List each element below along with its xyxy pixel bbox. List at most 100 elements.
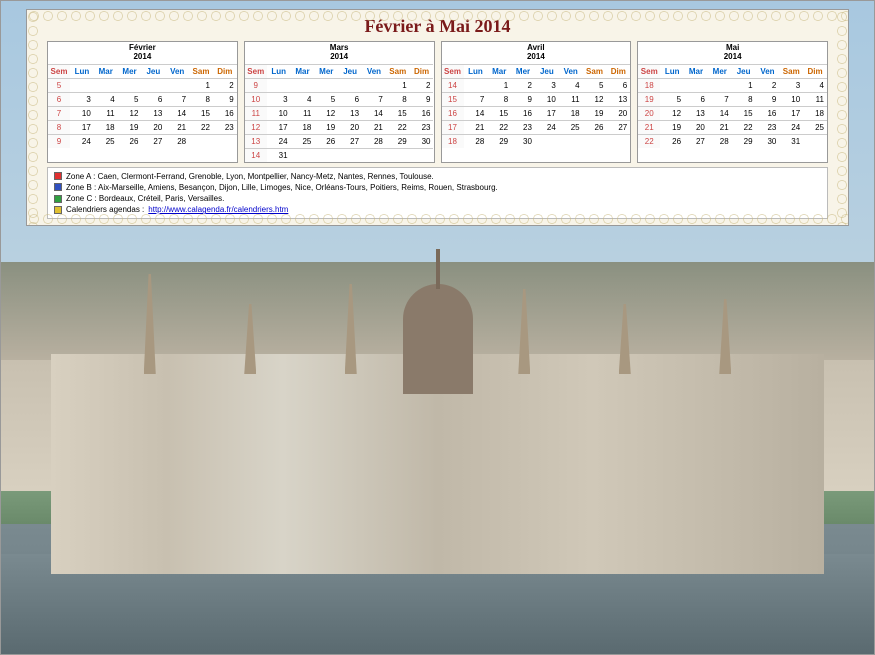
week-row: 1578910111213: [442, 92, 631, 106]
dow-day: Mar: [487, 64, 511, 78]
day-cell: [70, 78, 94, 92]
day-cell: 26: [583, 120, 607, 134]
day-cell: [118, 78, 142, 92]
dow-day: Dim: [410, 64, 434, 78]
day-cell: 13: [141, 106, 165, 120]
calendar-panel: Février à Mai 2014 Février2014SemLunMarM…: [26, 9, 849, 226]
month-0: Février2014SemLunMarMerJeuVenSamDim51263…: [47, 41, 238, 163]
day-cell: 13: [684, 106, 708, 120]
week-num: 15: [442, 92, 464, 106]
day-cell: 4: [94, 92, 118, 106]
week-row: 92425262728: [48, 134, 237, 148]
day-cell: 1: [189, 78, 213, 92]
week-row: 817181920212223: [48, 120, 237, 134]
day-cell: 29: [487, 134, 511, 148]
dow-sem: Sem: [245, 64, 267, 78]
week-num: 17: [442, 120, 464, 134]
day-cell: 20: [606, 106, 630, 120]
day-cell: 8: [487, 92, 511, 106]
week-num: 7: [48, 106, 70, 120]
day-cell: 14: [464, 106, 488, 120]
dow-sem: Sem: [638, 64, 660, 78]
day-cell: 21: [708, 120, 732, 134]
day-cell: 4: [559, 78, 583, 92]
week-num: 9: [48, 134, 70, 148]
dow-day: Jeu: [338, 64, 362, 78]
day-cell: 26: [314, 134, 338, 148]
day-cell: 10: [70, 106, 94, 120]
week-row: 1614151617181920: [442, 106, 631, 120]
day-cell: 14: [362, 106, 386, 120]
month-3: Mai2014SemLunMarMerJeuVenSamDim181234195…: [637, 41, 828, 163]
day-cell: 15: [732, 106, 756, 120]
dow-day: Lun: [660, 64, 684, 78]
day-cell: 22: [386, 120, 410, 134]
day-cell: 1: [386, 78, 410, 92]
dow-day: Ven: [165, 64, 189, 78]
day-cell: 16: [756, 106, 780, 120]
day-cell: 28: [464, 134, 488, 148]
day-cell: 13: [606, 92, 630, 106]
day-cell: 22: [487, 120, 511, 134]
week-num: 5: [48, 78, 70, 92]
dow-day: Sam: [583, 64, 607, 78]
day-cell: [464, 78, 488, 92]
dow-day: Ven: [362, 64, 386, 78]
dow-day: Mer: [511, 64, 535, 78]
day-cell: 27: [338, 134, 362, 148]
day-cell: 21: [165, 120, 189, 134]
day-cell: [386, 148, 410, 162]
day-cell: 16: [213, 106, 237, 120]
week-num: 14: [245, 148, 267, 162]
month-title: Mars2014: [245, 42, 434, 64]
week-row: 2119202122232425: [638, 120, 827, 134]
dow-sem: Sem: [442, 64, 464, 78]
week-num: 18: [638, 78, 660, 92]
month-2: Avril2014SemLunMarMerJeuVenSamDim1412345…: [441, 41, 632, 163]
week-row: 1324252627282930: [245, 134, 434, 148]
day-cell: 9: [410, 92, 434, 106]
day-cell: 21: [464, 120, 488, 134]
dow-day: Sam: [779, 64, 803, 78]
day-cell: 9: [511, 92, 535, 106]
day-cell: 19: [314, 120, 338, 134]
day-cell: [291, 78, 315, 92]
day-cell: 27: [141, 134, 165, 148]
week-num: 10: [245, 92, 267, 106]
dow-day: Mar: [684, 64, 708, 78]
day-cell: [606, 134, 630, 148]
day-cell: 29: [386, 134, 410, 148]
legend-zone-c-text: Zone C : Bordeaux, Créteil, Paris, Versa…: [66, 193, 224, 204]
swatch-zone-c: [54, 195, 62, 203]
week-num: 19: [638, 92, 660, 106]
day-cell: 5: [583, 78, 607, 92]
week-num: 9: [245, 78, 267, 92]
dow-day: Dim: [606, 64, 630, 78]
week-num: 22: [638, 134, 660, 148]
day-cell: 15: [189, 106, 213, 120]
day-cell: 17: [535, 106, 559, 120]
day-cell: [708, 78, 732, 92]
day-cell: 2: [410, 78, 434, 92]
legend-zone-a: Zone A : Caen, Clermont-Ferrand, Grenobl…: [54, 171, 821, 182]
day-cell: 17: [779, 106, 803, 120]
day-cell: 18: [291, 120, 315, 134]
week-row: 2012131415161718: [638, 106, 827, 120]
week-num: 13: [245, 134, 267, 148]
day-cell: 7: [165, 92, 189, 106]
dow-day: Sam: [189, 64, 213, 78]
day-cell: 24: [779, 120, 803, 134]
dow-day: Lun: [70, 64, 94, 78]
swatch-zone-b: [54, 183, 62, 191]
day-cell: 11: [291, 106, 315, 120]
day-cell: 23: [756, 120, 780, 134]
day-cell: 7: [362, 92, 386, 106]
day-cell: 4: [291, 92, 315, 106]
day-cell: 26: [118, 134, 142, 148]
dow-day: Mar: [94, 64, 118, 78]
day-cell: 31: [779, 134, 803, 148]
day-cell: 11: [559, 92, 583, 106]
week-num: 20: [638, 106, 660, 120]
day-cell: 6: [141, 92, 165, 106]
week-num: 14: [442, 78, 464, 92]
